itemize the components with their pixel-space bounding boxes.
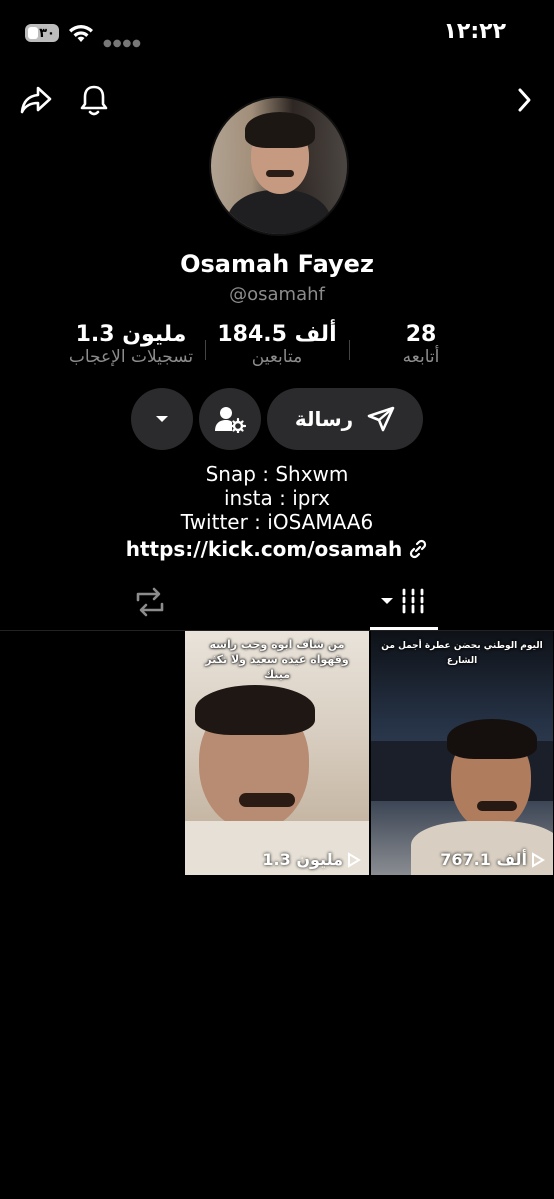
link-icon [410,539,427,559]
stat-following[interactable]: 28 أتابعه [380,322,462,367]
battery-icon: ٣٠ [25,24,59,42]
dropdown-icon [156,416,168,422]
play-icon [532,851,545,868]
share-icon[interactable] [18,82,54,118]
tab-videos[interactable] [380,588,426,614]
stat-likes[interactable]: 1.3 مليون تسجيلات الإعجاب [55,322,207,367]
chevron-right-icon[interactable] [506,82,542,118]
views-count: 767.1 ألف [440,850,527,869]
grid-icon [402,588,424,614]
bio-link[interactable]: https://kick.com/osamah [0,537,554,561]
followers-count: 184.5 ألف [217,322,337,347]
user-settings-icon [215,407,246,433]
more-dropdown-button[interactable] [131,388,193,450]
follow-settings-button[interactable] [199,388,261,450]
repost-icon [136,587,164,617]
message-button[interactable]: رسالة [267,388,423,450]
stat-followers[interactable]: 184.5 ألف متابعين [210,322,344,367]
dropdown-icon [381,598,393,604]
status-time: ١٢:٢٢ [443,19,506,44]
video-caption: من شاف ابوه وحب راسه وقهواه عيده سعيد ول… [205,638,349,681]
battery-level: ٣٠ [39,25,55,41]
bio-link-text[interactable]: https://kick.com/osamah [126,537,403,561]
profile-handle: @osamahf [229,284,325,305]
avatar[interactable] [209,96,349,236]
video-tile[interactable]: اليوم الوطني بحضن عطرة أجمل من الشارع 76… [371,631,553,875]
profile-name: Osamah Fayez [180,250,374,278]
wifi-icon [69,25,93,42]
following-label: أتابعه [402,347,440,367]
followers-label: متابعين [251,347,303,367]
stat-divider [349,340,350,360]
bio-line-twitter: Twitter : iOSAMAA6 [180,510,374,534]
message-label: رسالة [294,407,354,431]
views-count: 1.3 مليون [262,850,343,869]
tab-reposts[interactable] [132,586,168,622]
following-count: 28 [405,322,437,347]
play-icon [348,851,361,868]
bio-line-snap: Snap : Shxwm [205,462,349,486]
signal-dots: ●●●● [103,38,142,49]
video-tile[interactable]: من شاف ابوه وحب راسه وقهواه عيده سعيد ول… [185,631,369,875]
stat-divider [205,340,206,360]
bell-icon[interactable] [76,82,112,118]
video-views: 767.1 ألف [440,850,545,869]
send-icon [367,406,395,432]
likes-count: 1.3 مليون [75,322,187,347]
video-views: 1.3 مليون [262,850,361,869]
video-caption: اليوم الوطني بحضن عطرة أجمل من الشارع [381,641,543,666]
likes-label: تسجيلات الإعجاب [68,347,194,367]
bio-line-insta: insta : iprx [224,486,330,510]
